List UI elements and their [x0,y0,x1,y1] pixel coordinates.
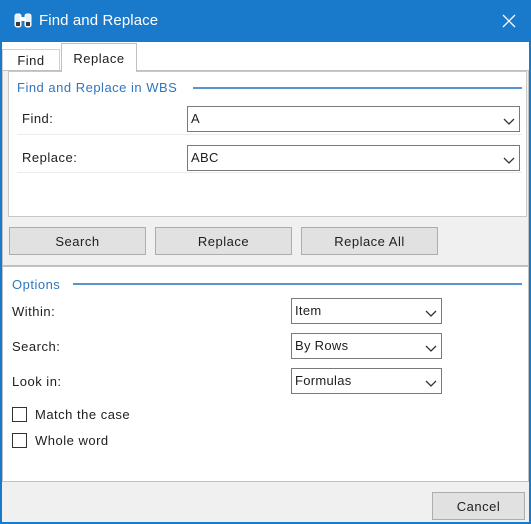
whole-word-label[interactable]: Whole word [35,433,109,448]
close-button[interactable] [487,0,531,42]
tab-replace[interactable]: Replace [61,43,137,72]
options-panel: Options Within: Item Search: By Rows Loo… [2,266,529,482]
search-button[interactable]: Search [9,227,146,255]
within-combo[interactable]: Item [291,298,442,324]
replace-value: ABC [191,150,219,165]
search-value: By Rows [295,338,349,353]
lookin-value: Formulas [295,373,352,388]
tab-find-label: Find [17,53,45,68]
within-value: Item [295,303,322,318]
find-value: A [191,111,200,126]
find-label: Find: [22,111,54,126]
tab-replace-label: Replace [73,50,125,66]
tab-find[interactable]: Find [2,49,60,71]
find-combo[interactable]: A [187,106,520,132]
within-label: Within: [12,304,56,319]
tab-strip: Find Replace [2,42,529,72]
replace-button[interactable]: Replace [155,227,292,255]
lookin-label: Look in: [12,374,62,389]
row-divider [17,172,522,173]
chevron-down-icon[interactable] [425,376,437,387]
find-replace-group: Find and Replace in WBS Find: A Replace:… [8,71,527,217]
replace-label: Replace: [22,150,78,165]
replace-tab-panel: Find and Replace in WBS Find: A Replace:… [2,70,529,266]
chevron-down-icon[interactable] [503,153,515,164]
replace-all-button[interactable]: Replace All [301,227,438,255]
close-icon [502,14,516,28]
group-title: Find and Replace in WBS [17,80,178,95]
binoculars-icon [13,11,33,31]
match-case-label[interactable]: Match the case [35,407,130,422]
options-title: Options [12,277,61,292]
options-title-line [73,283,522,285]
row-divider [17,134,522,135]
cancel-button[interactable]: Cancel [432,492,525,520]
window-title: Find and Replace [39,12,159,29]
replace-combo[interactable]: ABC [187,145,520,171]
lookin-combo[interactable]: Formulas [291,368,442,394]
title-bar: Find and Replace [0,0,531,42]
whole-word-checkbox[interactable] [12,433,27,448]
chevron-down-icon[interactable] [425,306,437,317]
chevron-down-icon[interactable] [503,114,515,125]
dialog-footer: Cancel [2,482,529,522]
search-combo[interactable]: By Rows [291,333,442,359]
match-case-checkbox[interactable] [12,407,27,422]
group-title-line [193,87,522,89]
search-label: Search: [12,339,61,354]
chevron-down-icon[interactable] [425,341,437,352]
